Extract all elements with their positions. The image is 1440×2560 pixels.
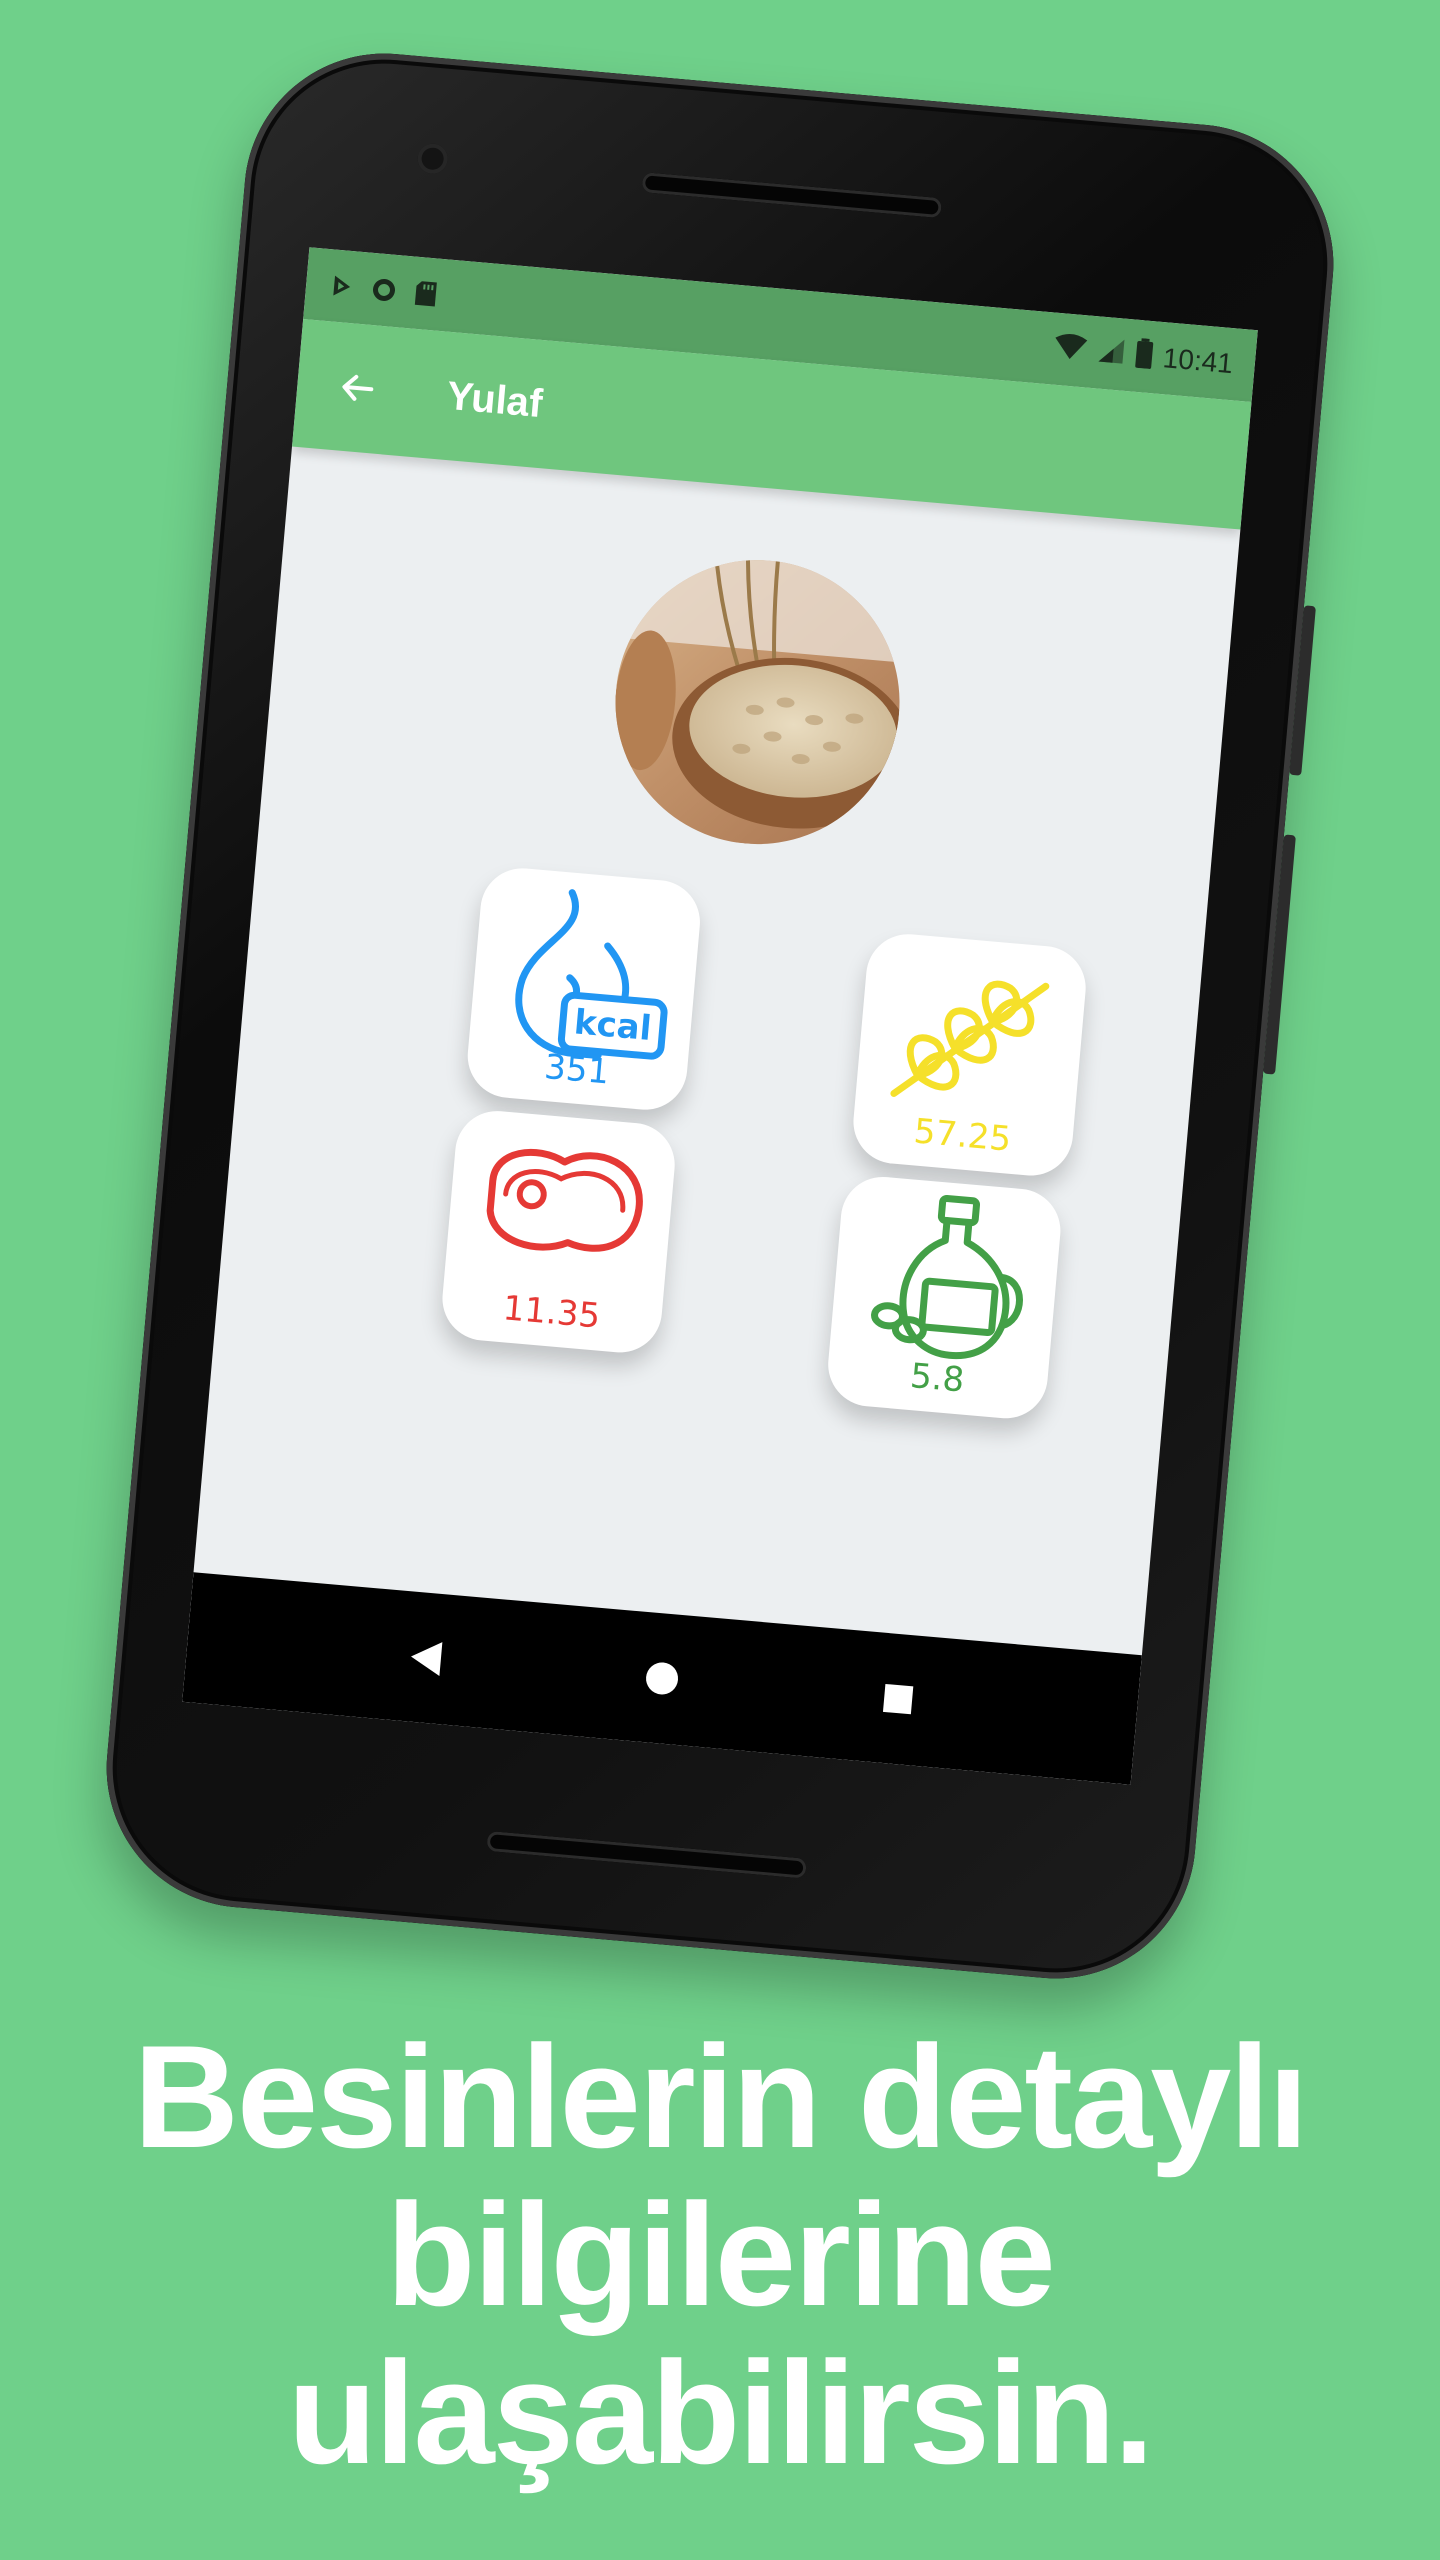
wifi-icon xyxy=(1052,331,1089,369)
caption-line-2: bilgilerine xyxy=(386,2173,1056,2336)
caption-line-3: ulaşabilirsin. xyxy=(287,2331,1155,2494)
signal-icon xyxy=(1096,335,1127,372)
nav-recents-button[interactable] xyxy=(866,1667,931,1732)
nutrient-card-carbohydrate[interactable]: 57.25 xyxy=(849,930,1090,1180)
status-time: 10:41 xyxy=(1161,342,1235,380)
food-image xyxy=(603,548,912,856)
nutrient-card-protein[interactable]: 11.35 xyxy=(438,1107,679,1356)
triangle-back-icon xyxy=(410,1642,443,1677)
front-camera xyxy=(416,142,449,175)
page-title: Yulaf xyxy=(445,373,545,426)
arrow-left-icon xyxy=(342,374,374,401)
caption-line-1: Besinlerin detaylı xyxy=(133,2015,1309,2178)
kcal-flame-icon: kcal xyxy=(515,889,668,1060)
nutrient-card-calories[interactable]: kcal 351 xyxy=(464,864,704,1114)
promo-caption: Besinlerin detaylı bilgilerine ulaşabili… xyxy=(0,2018,1440,2492)
phone-screen: 10:41 Yulaf kcal 351 57.25 11.35 5.8 xyxy=(182,247,1258,1785)
back-button[interactable] xyxy=(325,356,390,421)
svg-text:kcal: kcal xyxy=(572,1002,653,1049)
earpiece-speaker xyxy=(641,172,943,219)
system-nav-bar xyxy=(182,1572,1142,1785)
circle-home-icon xyxy=(646,1662,679,1695)
battery-icon xyxy=(1133,337,1154,375)
nav-back-button[interactable] xyxy=(393,1625,458,1690)
wheat-icon xyxy=(890,980,1050,1097)
square-recents-icon xyxy=(883,1683,914,1715)
oil-bottle-icon xyxy=(871,1194,1023,1360)
power-button xyxy=(1289,605,1316,776)
play-store-icon xyxy=(327,271,357,301)
sd-card-icon xyxy=(411,278,441,308)
nav-home-button[interactable] xyxy=(630,1646,695,1711)
volume-button xyxy=(1263,834,1296,1075)
meat-icon xyxy=(486,1148,643,1252)
phone-mockup: 10:41 Yulaf kcal 351 57.25 11.35 5.8 xyxy=(95,41,1345,1991)
bottom-speaker xyxy=(486,1830,807,1879)
nutrient-card-fat[interactable]: 5.8 xyxy=(824,1173,1064,1422)
record-icon xyxy=(369,275,399,305)
